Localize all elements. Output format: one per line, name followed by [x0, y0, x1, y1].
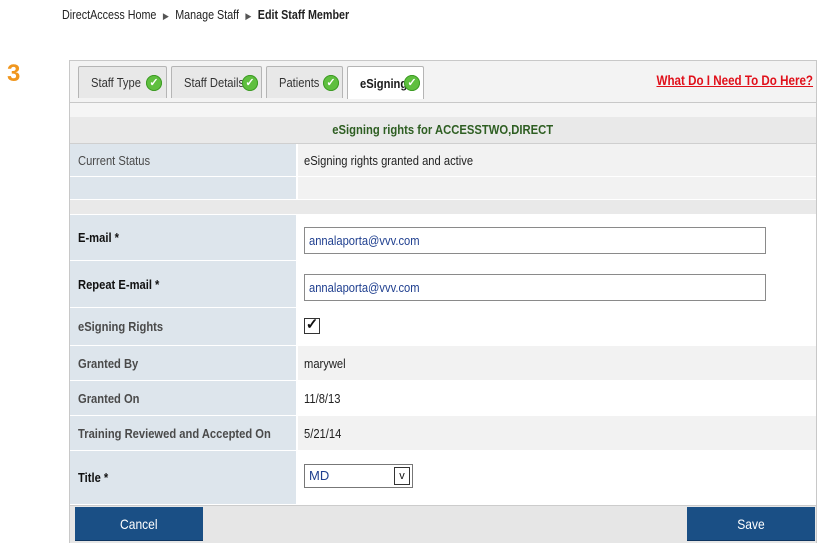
- breadcrumb-current: Edit Staff Member: [257, 8, 350, 22]
- save-button[interactable]: Save: [687, 507, 815, 541]
- title-select[interactable]: MD v: [304, 464, 413, 488]
- training-value: 5/21/14: [298, 416, 816, 450]
- chevron-down-icon[interactable]: v: [394, 467, 410, 485]
- form-footer: Cancel Save: [70, 505, 816, 543]
- blank-value: [298, 177, 816, 199]
- section-title-text: eSigning rights for ACCESSTWO,DIRECT: [332, 123, 554, 137]
- cancel-button[interactable]: Cancel: [75, 507, 203, 541]
- blank-row: [70, 177, 816, 199]
- spacer-bar: [70, 103, 816, 118]
- edit-staff-panel: Staff Type ✓ Staff Details ✓ Patients ✓ …: [69, 60, 817, 543]
- title-row: Title *: [70, 451, 816, 504]
- esigning-rights-checkbox[interactable]: ✓: [304, 317, 320, 334]
- current-status-label: Current Status: [70, 144, 297, 176]
- tab-patients[interactable]: Patients ✓: [266, 66, 343, 98]
- tab-staff-type[interactable]: Staff Type ✓: [78, 66, 167, 98]
- esigning-rights-cell: [298, 308, 816, 345]
- tab-label: Patients: [279, 75, 320, 90]
- granted-by-value: marywel: [298, 346, 816, 380]
- check-icon: ✓: [242, 75, 258, 91]
- granted-by-row: Granted By marywel: [70, 346, 816, 380]
- email-label: E-mail *: [70, 215, 297, 260]
- help-link[interactable]: What Do I Need To Do Here?: [656, 73, 813, 88]
- repeat-email-label: Repeat E-mail *: [70, 261, 297, 307]
- repeat-email-field[interactable]: annalaporta@vvv.com: [304, 274, 766, 301]
- tab-bar: Staff Type ✓ Staff Details ✓ Patients ✓ …: [70, 61, 816, 103]
- training-row: Training Reviewed and Accepted On 5/21/1…: [70, 416, 816, 450]
- step-number: 3: [7, 60, 21, 87]
- tab-esigning[interactable]: eSigning ✓: [347, 66, 424, 99]
- divider-row: [70, 200, 816, 214]
- section-title: eSigning rights for ACCESSTWO,DIRECT: [70, 117, 816, 144]
- training-label: Training Reviewed and Accepted On: [70, 416, 297, 450]
- tab-label: Staff Details: [184, 75, 245, 90]
- granted-on-label: Granted On: [70, 381, 297, 415]
- granted-by-label: Granted By: [70, 346, 297, 380]
- check-icon: ✓: [404, 75, 420, 91]
- tab-staff-details[interactable]: Staff Details ✓: [171, 66, 262, 98]
- breadcrumb-manage-staff-link[interactable]: Manage Staff: [175, 8, 239, 22]
- breadcrumb: DirectAccess Home ▶ Manage Staff ▶ Edit …: [62, 8, 349, 22]
- title-label: Title *: [70, 451, 297, 504]
- esigning-rights-label: eSigning Rights: [70, 308, 297, 345]
- email-field[interactable]: annalaporta@vvv.com: [304, 227, 766, 254]
- tab-label: Staff Type: [91, 75, 141, 90]
- title-select-value: MD: [309, 468, 330, 483]
- blank-label: [70, 177, 297, 199]
- breadcrumb-home-link[interactable]: DirectAccess Home: [62, 8, 156, 22]
- check-icon: ✓: [146, 75, 162, 91]
- check-icon: ✓: [323, 75, 339, 91]
- breadcrumb-separator-icon: ▶: [245, 11, 252, 21]
- breadcrumb-separator-icon: ▶: [162, 11, 169, 21]
- current-status-row: Current Status eSigning rights granted a…: [70, 144, 816, 176]
- current-status-value: eSigning rights granted and active: [298, 144, 816, 176]
- granted-on-value: 11/8/13: [298, 381, 816, 415]
- esigning-rights-row: eSigning Rights: [70, 308, 816, 345]
- tab-label: eSigning: [360, 75, 408, 91]
- granted-on-row: Granted On 11/8/13: [70, 381, 816, 415]
